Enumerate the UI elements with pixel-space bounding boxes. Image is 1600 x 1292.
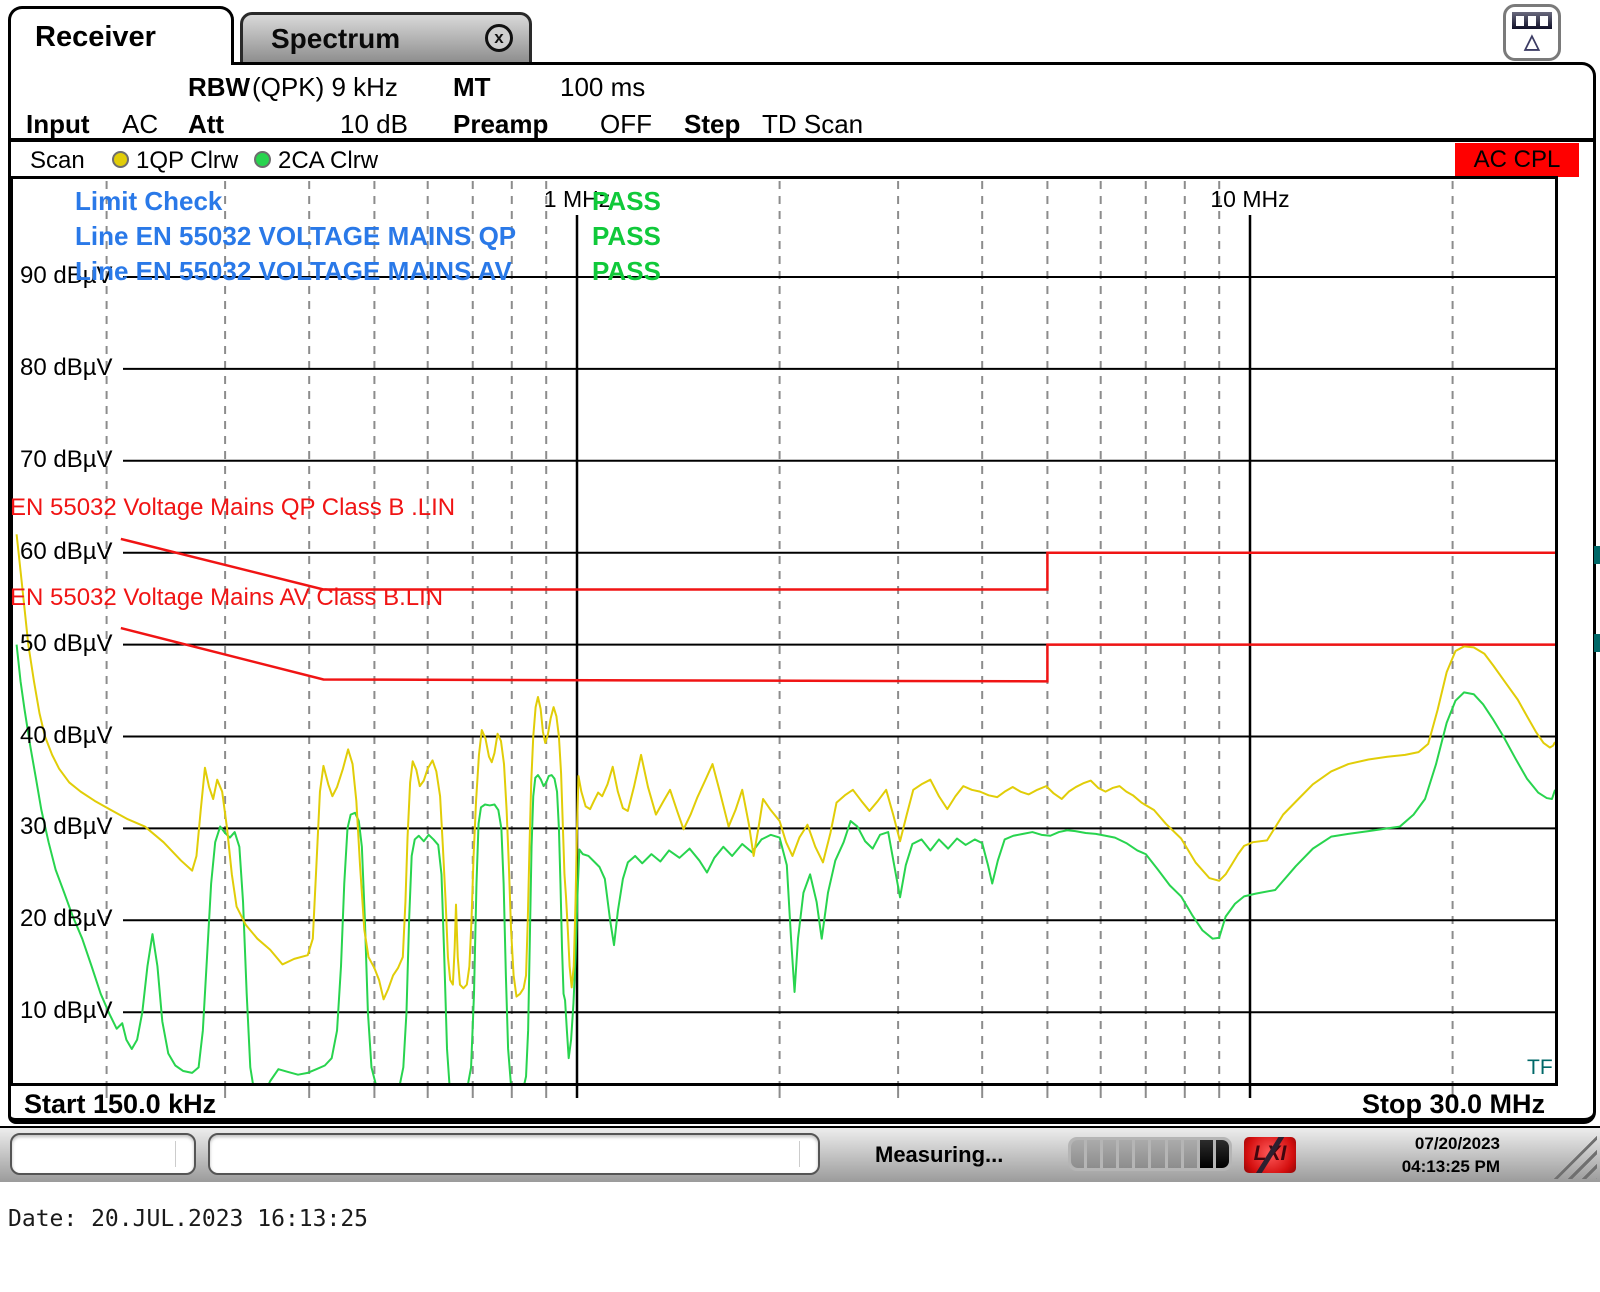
header-divider bbox=[8, 138, 1596, 142]
trace-dot-2 bbox=[254, 151, 271, 168]
resize-grip[interactable] bbox=[1531, 1131, 1597, 1179]
limit-edge-mark-qp bbox=[1594, 546, 1600, 564]
setting-value-input: AC bbox=[122, 109, 158, 140]
limit-line-name: EN 55032 Voltage Mains AV Class B.LIN bbox=[10, 584, 443, 612]
tab-spectrum-label: Spectrum bbox=[271, 23, 400, 54]
limit-line-name: EN 55032 Voltage Mains QP Class B .LIN bbox=[10, 494, 455, 522]
status-date: 07/20/2023 bbox=[1402, 1132, 1500, 1155]
screenshot-date-line: Date: 20.JUL.2023 16:13:25 bbox=[8, 1206, 368, 1232]
softkey-field-2[interactable] bbox=[208, 1133, 820, 1175]
smartgrid-button[interactable]: △ bbox=[1503, 4, 1561, 61]
trace-label-2: 2CA Clrw bbox=[278, 147, 378, 175]
setting-value-step: TD Scan bbox=[762, 109, 863, 140]
setting-label-step: Step bbox=[684, 109, 740, 140]
y-axis-label: 20 dBµV bbox=[20, 905, 113, 933]
setting-value-att: 10 dB bbox=[340, 109, 408, 140]
limit-check-row: Limit Check bbox=[75, 186, 222, 217]
softkey-field-1[interactable] bbox=[10, 1133, 196, 1175]
freq-marker-label: 10 MHz bbox=[1210, 186, 1290, 213]
close-icon[interactable]: x bbox=[485, 24, 513, 52]
setting-label-preamp: Preamp bbox=[453, 109, 548, 140]
tab-receiver[interactable]: Receiver bbox=[8, 6, 234, 65]
setting-label-mt: MT bbox=[453, 72, 491, 103]
transducer-label: TF bbox=[1527, 1056, 1553, 1080]
tab-spectrum[interactable]: Spectrum x bbox=[240, 12, 532, 65]
axis-ticks bbox=[13, 1086, 1555, 1100]
toolbar-icon bbox=[1512, 12, 1552, 29]
measuring-status: Measuring... bbox=[875, 1142, 1003, 1168]
y-axis-label: 70 dBµV bbox=[20, 446, 113, 474]
scan-title: Scan bbox=[30, 147, 85, 175]
status-bar: Measuring... LXI 07/20/2023 04:13:25 PM bbox=[0, 1126, 1600, 1182]
trace-2ca-clrw bbox=[17, 645, 1555, 1083]
coupling-badge: AC CPL bbox=[1455, 143, 1579, 177]
setting-value-mt: 100 ms bbox=[560, 72, 645, 103]
y-axis-label: 80 dBµV bbox=[20, 354, 113, 382]
limit-check-row: Line EN 55032 VOLTAGE MAINS QP bbox=[75, 221, 516, 252]
limit-check-row: Line EN 55032 VOLTAGE MAINS AV bbox=[75, 256, 512, 287]
axis-start-label: Start 150.0 kHz bbox=[24, 1089, 216, 1120]
y-axis-label: 40 dBµV bbox=[20, 722, 113, 750]
limit-edge-mark-av bbox=[1594, 634, 1600, 652]
y-axis-label: 60 dBµV bbox=[20, 538, 113, 566]
progress-bar bbox=[1068, 1137, 1232, 1171]
setting-value-rbw: (QPK) 9 kHz bbox=[252, 72, 398, 103]
triangle-icon: △ bbox=[1506, 31, 1558, 53]
y-axis-label: 30 dBµV bbox=[20, 813, 113, 841]
lxi-logo: LXI bbox=[1244, 1137, 1296, 1173]
status-time: 04:13:25 PM bbox=[1402, 1155, 1500, 1178]
axis-stop-label: Stop 30.0 MHz bbox=[1362, 1089, 1545, 1120]
y-axis-label: 50 dBµV bbox=[20, 630, 113, 658]
clock-display: 07/20/2023 04:13:25 PM bbox=[1402, 1132, 1500, 1178]
trace-dot-1 bbox=[112, 151, 129, 168]
y-axis-label: 10 dBµV bbox=[20, 997, 113, 1025]
spectrum-chart bbox=[13, 179, 1555, 1083]
limit-line-av bbox=[121, 628, 1555, 681]
limit-line-qp bbox=[121, 539, 1555, 590]
limit-check-status: PASS bbox=[592, 221, 661, 252]
limit-check-status: PASS bbox=[592, 256, 661, 287]
trace-label-1: 1QP Clrw bbox=[136, 147, 238, 175]
setting-label-input: Input bbox=[26, 109, 90, 140]
setting-label-att: Att bbox=[188, 109, 224, 140]
setting-value-preamp: OFF bbox=[600, 109, 652, 140]
limit-check-status: PASS bbox=[592, 186, 661, 217]
setting-label-rbw: RBW bbox=[188, 72, 250, 103]
